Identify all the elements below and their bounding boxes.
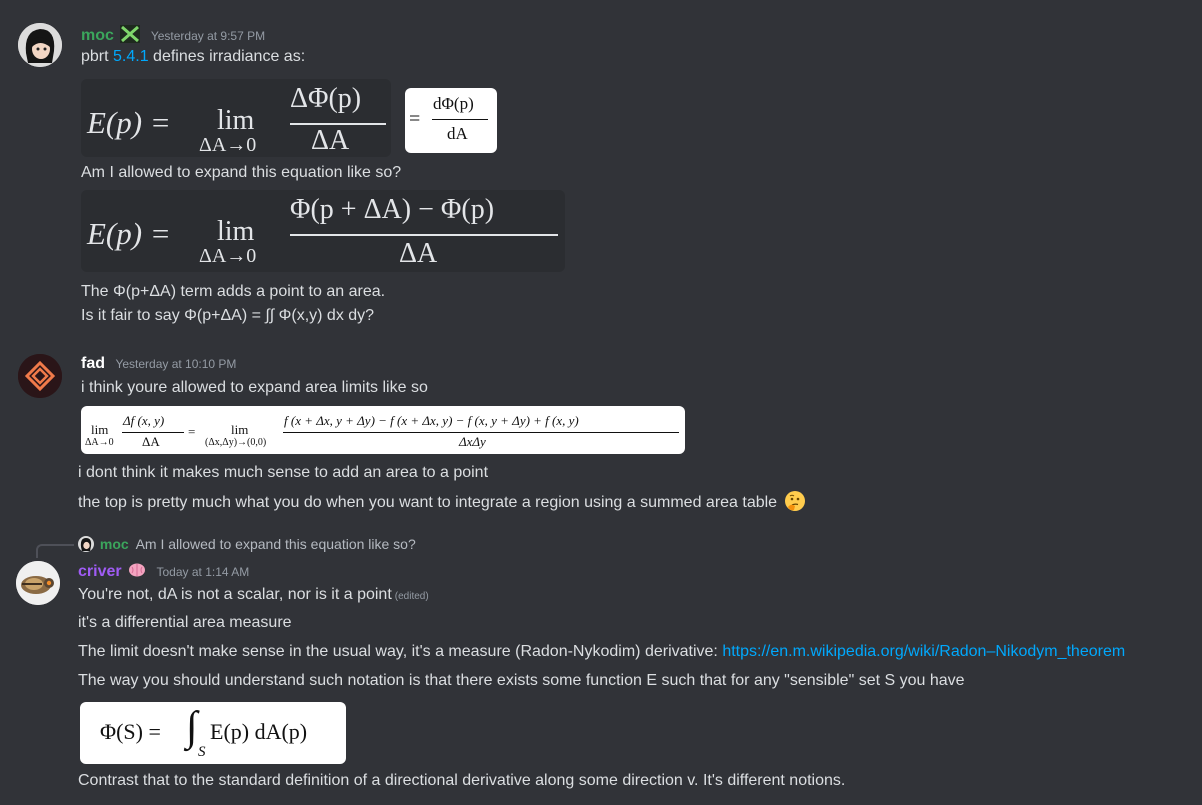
latex-image[interactable]: E(p) = lim ΔA→0 Φ(p + ΔA) − Φ(p) ΔA <box>81 190 565 272</box>
link[interactable]: 5.4.1 <box>113 48 149 65</box>
reply-username[interactable]: moc <box>100 536 129 552</box>
reply-preview[interactable]: moc Am I allowed to expand this equation… <box>78 536 416 555</box>
message-text: it's a differential area measure <box>78 614 292 631</box>
role-icon <box>120 25 141 48</box>
username-fad[interactable]: fad <box>81 355 105 372</box>
timestamp: Yesterday at 9:57 PM <box>150 29 266 43</box>
username-criver[interactable]: criver <box>78 563 122 580</box>
edited-tag: (edited) <box>394 591 429 602</box>
message-text: the top is pretty much what you do when … <box>78 490 806 518</box>
username-moc[interactable]: moc <box>81 27 114 44</box>
reply-spine <box>36 544 74 558</box>
avatar-fad[interactable] <box>18 354 62 398</box>
brain-icon <box>128 562 146 583</box>
message-text: You're not, dA is not a scalar, nor is i… <box>78 586 429 603</box>
timestamp: Today at 1:14 AM <box>156 565 250 579</box>
avatar-moc[interactable] <box>18 23 62 67</box>
message-text: Am I allowed to expand this equation lik… <box>81 164 402 181</box>
latex-image[interactable]: lim ΔA→0 Δf (x, y) ΔA = lim (Δx,Δy)→(0,0… <box>81 406 685 454</box>
message-text: The way you should understand such notat… <box>78 672 965 689</box>
latex-image[interactable]: Φ(S) = ∫ S E(p) dA(p) <box>80 702 346 764</box>
reply-avatar <box>78 536 94 555</box>
message-text: Is it fair to say Φ(p+ΔA) = ∫∫ Φ(x,y) dx… <box>81 307 375 324</box>
thinking-emoji[interactable] <box>784 490 806 518</box>
message-text: i dont think it makes much sense to add … <box>78 464 489 481</box>
wikipedia-link[interactable]: https://en.m.wikipedia.org/wiki/Radon–Ni… <box>722 643 1125 660</box>
message-text: pbrt 5.4.1 defines irradiance as: <box>81 48 306 65</box>
message-text: The limit doesn't make sense in the usua… <box>78 643 1126 660</box>
latex-image[interactable]: = dΦ(p) dA <box>405 88 497 153</box>
reply-text: Am I allowed to expand this equation lik… <box>135 536 416 552</box>
avatar-criver[interactable] <box>16 561 60 605</box>
latex-image[interactable]: E(p) = lim ΔA→0 ΔΦ(p) ΔA <box>81 79 391 157</box>
message-text: Contrast that to the standard definition… <box>78 772 846 789</box>
message-text: The Φ(p+ΔA) term adds a point to an area… <box>81 283 386 300</box>
timestamp: Yesterday at 10:10 PM <box>115 357 237 371</box>
message-text: i think youre allowed to expand area lim… <box>81 379 428 396</box>
